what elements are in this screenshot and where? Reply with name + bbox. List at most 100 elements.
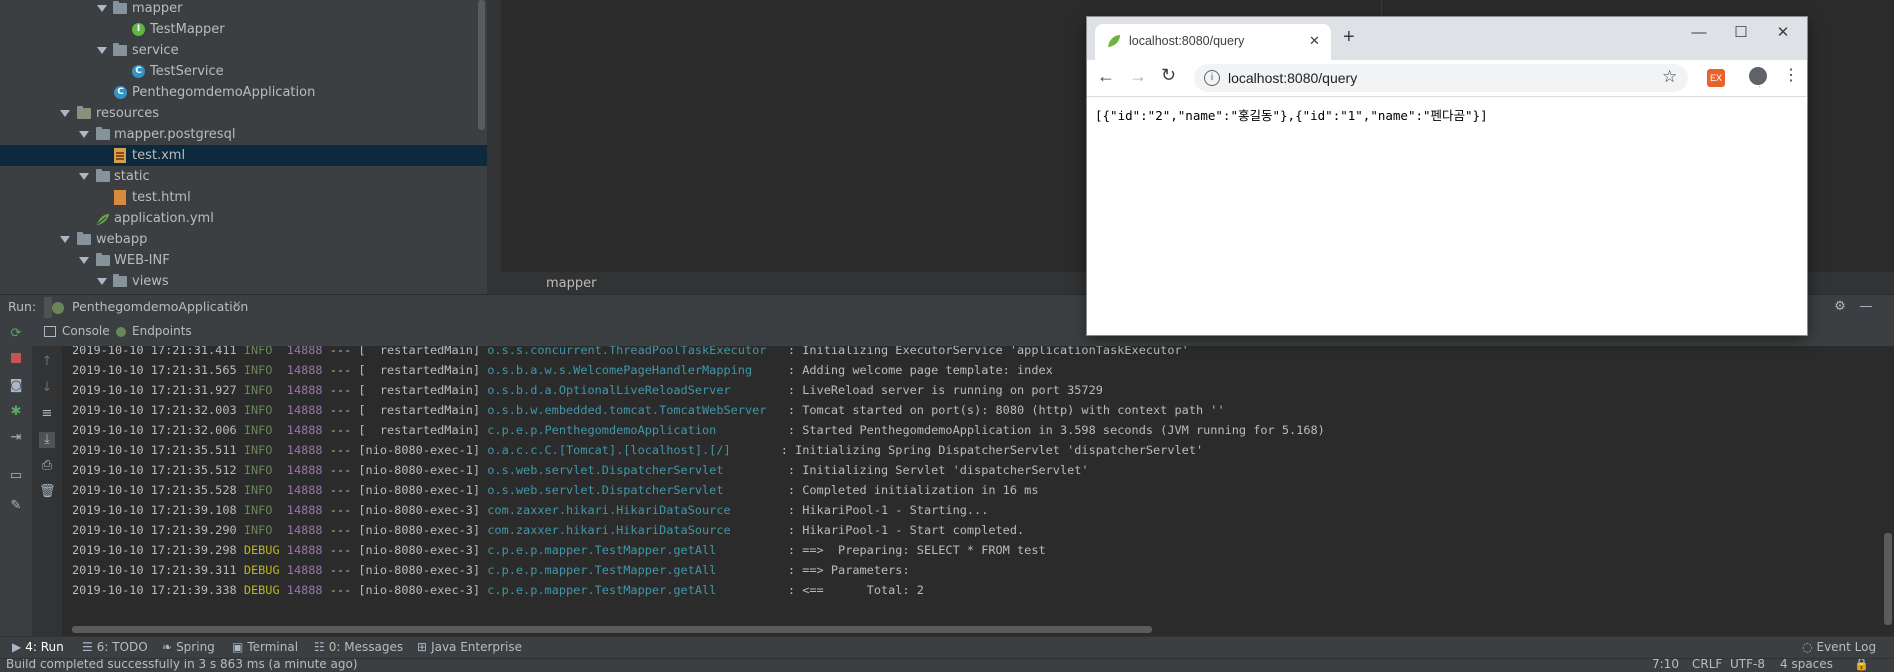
log-thread: nio-8080-exec-1] [365, 443, 481, 457]
tab-todo[interactable]: ☰ 6: TODO [82, 640, 148, 654]
chevron-down-icon[interactable] [79, 257, 89, 264]
log-thread: nio-8080-exec-3] [365, 583, 481, 597]
tree-item-resources[interactable]: resources [0, 103, 487, 124]
exit-icon[interactable]: ⇥ [8, 430, 24, 446]
chevron-down-icon[interactable] [97, 5, 107, 12]
layout-icon[interactable]: ▭ [8, 468, 24, 484]
log-logger: o.s.b.d.a.OptionalLiveReloadServer [480, 383, 781, 397]
trash-icon[interactable]: 🗑 [39, 484, 56, 500]
maximize-window-icon[interactable]: ☐ [1721, 21, 1761, 45]
tab-java-enterprise[interactable]: ⊞ Java Enterprise [417, 640, 522, 654]
console-line: 2019-10-10 17:21:35.528 INFO 14888 --- [… [72, 480, 1038, 500]
tree-item-testmapper[interactable]: I TestMapper [0, 19, 487, 40]
close-window-icon[interactable]: ✕ [1763, 21, 1803, 45]
log-level: INFO [243, 523, 280, 537]
chevron-down-icon[interactable] [79, 131, 89, 138]
console-vertical-scrollbar[interactable] [1884, 533, 1892, 625]
log-thread: nio-8080-exec-3] [365, 543, 481, 557]
tree-scrollbar[interactable] [478, 0, 485, 130]
breadcrumb-item[interactable]: mapper [546, 276, 596, 291]
log-message: : Initializing Spring DispatcherServlet … [773, 443, 1204, 457]
pin-icon[interactable]: ✎ [8, 498, 24, 514]
tab-terminal[interactable]: ▣ Terminal [232, 640, 298, 654]
close-tab-icon[interactable]: ✕ [1309, 33, 1320, 49]
spring-boot-icon [52, 302, 64, 314]
tab-spring[interactable]: ❧ Spring [162, 640, 215, 654]
profile-avatar-icon[interactable] [1749, 67, 1767, 85]
tree-item-static[interactable]: static [0, 166, 487, 187]
chevron-down-icon[interactable] [97, 47, 107, 54]
console-line: 2019-10-10 17:21:39.290 INFO 14888 --- [… [72, 520, 1024, 540]
chevron-down-icon[interactable] [79, 173, 89, 180]
new-tab-icon[interactable]: + [1343, 26, 1355, 49]
tree-item-web-inf[interactable]: WEB-INF [0, 250, 487, 271]
log-separator: --- [ [322, 583, 366, 597]
tab-run[interactable]: ▶ 4: Run [12, 640, 64, 654]
tree-item-webapp[interactable]: webapp [0, 229, 487, 250]
log-pid: 14888 [286, 403, 323, 417]
address-bar[interactable]: i localhost:8080/query ☆ [1194, 64, 1688, 92]
back-icon[interactable]: ← [1097, 66, 1115, 87]
minimize-window-icon[interactable]: — [1679, 21, 1719, 45]
log-separator: --- [ [322, 523, 366, 537]
caret-position[interactable]: 7:10 [1652, 659, 1679, 671]
tree-item-service[interactable]: service [0, 40, 487, 61]
tree-item-label: mapper.postgresql [114, 127, 236, 142]
lock-icon[interactable]: 🔒 [1854, 659, 1869, 671]
event-log-button[interactable]: ◌ Event Log [1802, 640, 1876, 654]
minimize-icon[interactable]: — [1858, 299, 1874, 315]
terminal-icon: ▣ [232, 640, 244, 654]
soft-wrap-icon[interactable]: ≡ [39, 406, 55, 422]
down-arrow-icon[interactable]: ↓ [39, 380, 55, 396]
reload-icon[interactable]: ↻ [1161, 65, 1176, 86]
log-message: : ==> Parameters: [780, 563, 917, 577]
tree-item-application-yml[interactable]: application.yml [0, 208, 487, 229]
indent-setting[interactable]: 4 spaces [1780, 659, 1833, 671]
camera-icon[interactable]: ◙ [8, 378, 24, 394]
up-arrow-icon[interactable]: ↑ [39, 354, 55, 370]
tab-messages[interactable]: ☷ 0: Messages [314, 640, 403, 654]
debug-icon[interactable]: ✱ [8, 404, 24, 420]
menu-kebab-icon[interactable]: ⋮ [1783, 65, 1799, 85]
chevron-down-icon[interactable] [60, 236, 70, 243]
run-config-tab[interactable]: PenthegomdemoApplication ✕ [44, 297, 248, 319]
tab-console[interactable]: Console [44, 324, 110, 338]
tab-endpoints[interactable]: Endpoints [116, 324, 192, 338]
chevron-down-icon[interactable] [97, 278, 107, 285]
star-icon[interactable]: ☆ [1662, 67, 1677, 87]
info-icon[interactable]: i [1204, 70, 1220, 86]
chevron-down-icon[interactable] [60, 110, 70, 117]
log-pid: 14888 [286, 583, 323, 597]
print-icon[interactable]: ⎙ [39, 458, 55, 474]
log-message: : Initializing ExecutorService 'applicat… [780, 346, 1189, 357]
folder-icon [96, 253, 110, 266]
tree-item-penthegomdemoapplication[interactable]: C PenthegomdemoApplication [0, 82, 487, 103]
gear-icon[interactable]: ⚙ [1832, 299, 1848, 315]
log-thread: restartedMain] [365, 423, 481, 437]
url-text[interactable]: localhost:8080/query [1228, 70, 1357, 86]
scroll-to-end-icon[interactable]: ⤓ [39, 432, 55, 448]
folder-icon [113, 274, 127, 287]
tree-item-test-xml[interactable]: test.xml [0, 145, 487, 166]
tree-item-mapper-postgresql[interactable]: mapper.postgresql [0, 124, 487, 145]
extension-icon[interactable]: EX [1707, 69, 1725, 87]
log-level: INFO [243, 363, 280, 377]
tree-item-label: PenthegomdemoApplication [132, 85, 316, 100]
rerun-icon[interactable]: ⟳ [8, 326, 24, 342]
file-encoding[interactable]: UTF-8 [1730, 659, 1765, 671]
console-horizontal-scrollbar[interactable] [72, 626, 1152, 633]
status-bar: Build completed successfully in 3 s 863 … [0, 658, 1894, 672]
console-output[interactable]: 2019-10-10 17:21:31.411 INFO 14888 --- [… [62, 346, 1894, 626]
log-separator: --- [ [322, 463, 366, 477]
tree-item-views[interactable]: views [0, 271, 487, 292]
tree-item-label: webapp [96, 232, 148, 247]
log-logger: o.a.c.c.C.[Tomcat].[localhost].[/] [480, 443, 774, 457]
tree-item-mapper[interactable]: mapper [0, 0, 487, 19]
stop-icon[interactable] [8, 352, 24, 368]
tree-item-testservice[interactable]: C TestService [0, 61, 487, 82]
tree-item-test-html[interactable]: test.html [0, 187, 487, 208]
close-icon[interactable]: ✕ [232, 298, 242, 312]
forward-icon[interactable]: → [1129, 66, 1147, 87]
browser-tab[interactable]: localhost:8080/query ✕ [1095, 24, 1331, 60]
line-separator[interactable]: CRLF [1692, 659, 1722, 671]
